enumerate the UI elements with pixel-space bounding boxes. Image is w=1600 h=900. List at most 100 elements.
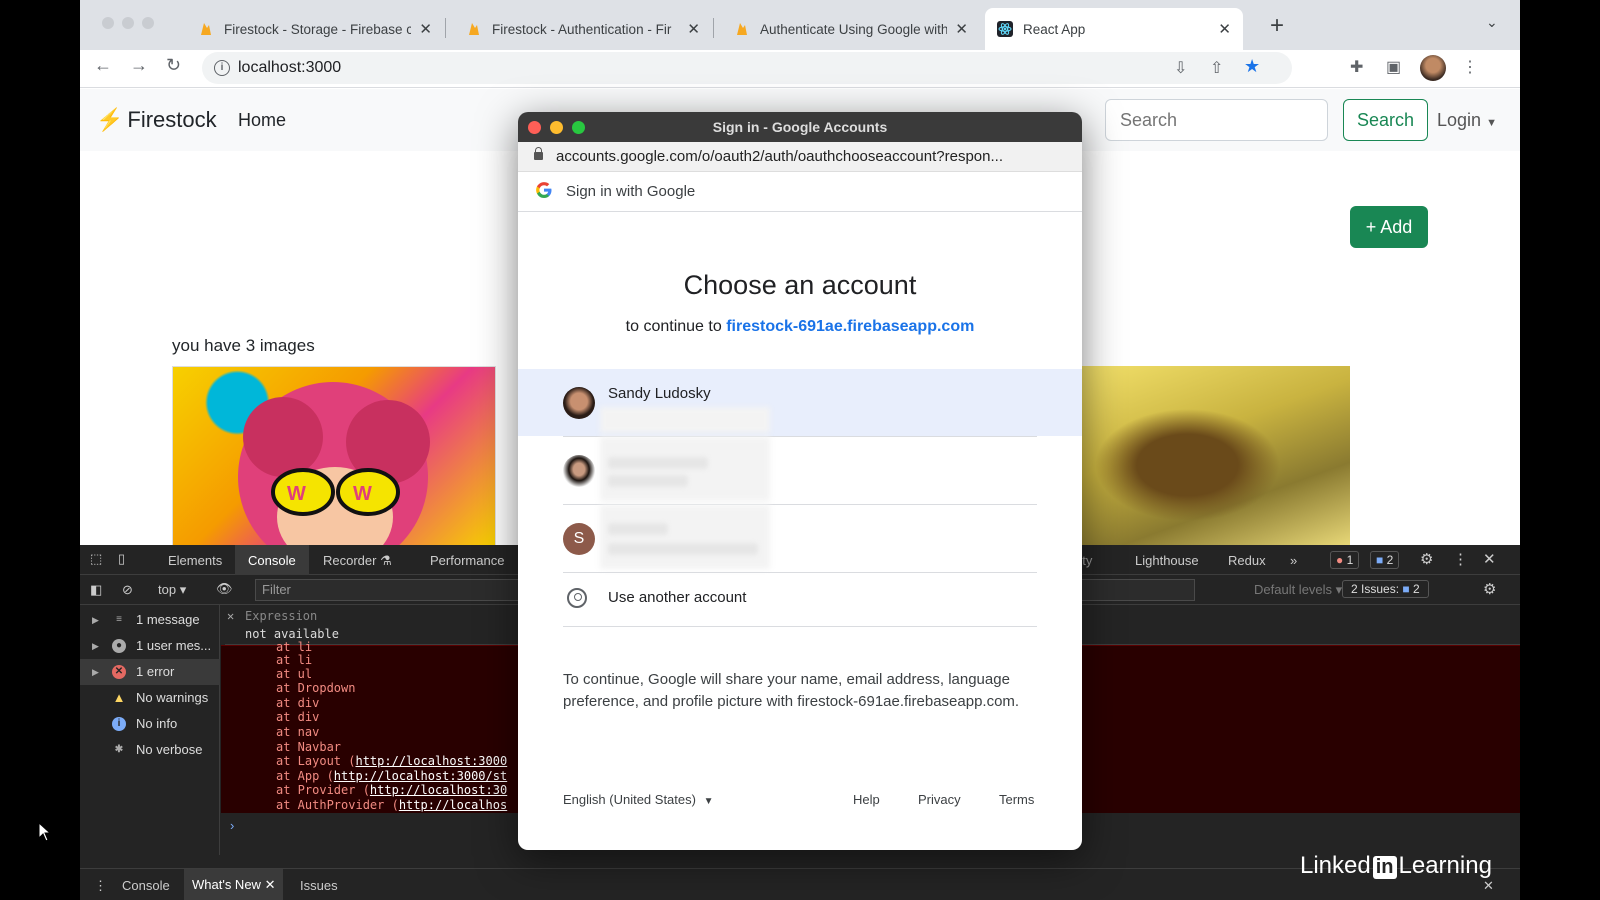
- popup-title: Sign in - Google Accounts: [712, 119, 888, 135]
- sidebar-item-label: 1 message: [136, 612, 200, 627]
- console-prompt[interactable]: ›: [230, 818, 234, 833]
- extensions-icon[interactable]: ✚: [1350, 57, 1363, 77]
- account-item[interactable]: Sandy Ludosky: [518, 369, 1082, 436]
- nav-home-link[interactable]: Home: [238, 110, 286, 131]
- pop-art-image[interactable]: W W: [172, 366, 496, 546]
- popup-close-button[interactable]: [528, 121, 541, 134]
- close-icon[interactable]: ✕: [227, 609, 234, 623]
- issues-badge[interactable]: 2 Issues: ■ 2: [1342, 580, 1429, 598]
- eye-icon[interactable]: 👁: [216, 581, 233, 597]
- profile-avatar[interactable]: [1420, 55, 1446, 81]
- gear-icon[interactable]: ⚙: [1483, 580, 1496, 598]
- sidebar-toggle-icon[interactable]: ◧: [90, 582, 102, 598]
- new-tab-icon[interactable]: +: [1270, 12, 1284, 40]
- tab-react-app[interactable]: React App ✕: [985, 8, 1243, 50]
- tab-lighthouse[interactable]: Lighthouse: [1135, 553, 1199, 568]
- clear-console-icon[interactable]: ⊘: [122, 582, 133, 598]
- drawer-tab-console[interactable]: Console: [122, 878, 170, 893]
- language-selector[interactable]: English (United States) ▼: [563, 792, 713, 807]
- popup-zoom-button[interactable]: [572, 121, 585, 134]
- lock-icon: [534, 147, 543, 160]
- caret-down-icon: ▼: [1486, 117, 1497, 129]
- tab-authenticate-google[interactable]: Authenticate Using Google with ✕: [722, 8, 980, 50]
- close-icon[interactable]: ✕: [1483, 550, 1496, 568]
- inspect-icon[interactable]: ⬚: [90, 551, 102, 567]
- tab-firebase-auth[interactable]: Firestock - Authentication - Fir ✕: [454, 8, 712, 50]
- privacy-link[interactable]: Privacy: [918, 792, 961, 807]
- close-icon[interactable]: ✕: [955, 20, 968, 38]
- expression-label[interactable]: Expression: [245, 609, 317, 623]
- forward-icon[interactable]: →: [130, 55, 148, 76]
- url-text[interactable]: localhost:3000: [238, 59, 341, 77]
- drawer-tab-issues[interactable]: Issues: [300, 878, 338, 893]
- stack-line: at ul: [276, 667, 312, 681]
- more-icon[interactable]: ⋮: [1453, 550, 1468, 568]
- expand-arrow-icon[interactable]: ▶: [92, 607, 99, 633]
- sidebar-item-errors[interactable]: ▶ ✕ 1 error: [80, 659, 220, 685]
- close-icon[interactable]: ✕: [1483, 878, 1494, 894]
- tab-elements[interactable]: Elements: [168, 553, 222, 568]
- tab-firebase-storage[interactable]: Firestock - Storage - Firebase c ✕: [186, 8, 444, 50]
- use-another-account-button[interactable]: Use another account: [518, 572, 1082, 626]
- window-zoom-button[interactable]: [142, 17, 154, 29]
- star-icon[interactable]: ★: [1244, 56, 1260, 77]
- sidebar-item-verbose[interactable]: ✱ No verbose: [80, 737, 220, 763]
- device-toggle-icon[interactable]: ▯: [118, 551, 125, 567]
- close-icon[interactable]: ✕: [419, 20, 432, 38]
- message-count-badge[interactable]: ■ 2: [1370, 551, 1400, 569]
- stack-link[interactable]: http://localhos: [399, 798, 507, 812]
- install-icon[interactable]: ⇩: [1174, 58, 1187, 78]
- sidebar-item-user-messages[interactable]: ▶ ● 1 user mes...: [80, 633, 220, 659]
- expand-arrow-icon[interactable]: ▶: [92, 659, 99, 685]
- search-input[interactable]: [1105, 99, 1328, 141]
- reload-icon[interactable]: ↻: [166, 55, 181, 76]
- help-link[interactable]: Help: [853, 792, 880, 807]
- tab-recorder[interactable]: Recorder ⚗: [323, 553, 392, 569]
- tab-redux[interactable]: Redux: [1228, 553, 1266, 568]
- share-icon[interactable]: ⇧: [1210, 58, 1223, 78]
- sidebar-item-messages[interactable]: ▶ ≡ 1 message: [80, 607, 220, 633]
- terms-link[interactable]: Terms: [999, 792, 1034, 807]
- context-selector[interactable]: top ▾: [158, 582, 186, 598]
- default-levels-dropdown[interactable]: Default levels ▾: [1254, 582, 1342, 598]
- error-count: 1: [1346, 553, 1354, 567]
- back-icon[interactable]: ←: [94, 55, 112, 76]
- side-panel-icon[interactable]: ▣: [1386, 57, 1401, 77]
- more-icon[interactable]: ⋮: [94, 878, 107, 894]
- sidebar-item-warnings[interactable]: ▲ No warnings: [80, 685, 220, 711]
- error-count-badge[interactable]: ● 1: [1330, 551, 1360, 569]
- stack-line: at Provider (http://localhost:30: [276, 783, 507, 797]
- avatar: [563, 455, 595, 487]
- window-minimize-button[interactable]: [122, 17, 134, 29]
- stack-link[interactable]: http://localhost:3000/st: [334, 769, 507, 783]
- drawer-tab-whats-new[interactable]: What's New ✕: [184, 869, 284, 900]
- continue-domain-link[interactable]: firestock-691ae.firebaseapp.com: [726, 318, 974, 335]
- close-icon[interactable]: ✕: [1218, 20, 1231, 38]
- more-icon[interactable]: ⋮: [1462, 57, 1478, 77]
- gear-icon[interactable]: ⚙: [1420, 550, 1433, 568]
- sidebar-item-info[interactable]: i No info: [80, 711, 220, 737]
- tab-performance[interactable]: Performance: [430, 553, 504, 568]
- mona-lisa-image[interactable]: [1079, 366, 1350, 546]
- account-item[interactable]: S: [518, 505, 1082, 572]
- tab-console[interactable]: Console: [235, 545, 309, 575]
- chevron-down-icon[interactable]: ⌄: [1486, 14, 1498, 31]
- add-button[interactable]: + Add: [1350, 206, 1428, 248]
- expand-arrow-icon[interactable]: ▶: [92, 633, 99, 659]
- brand[interactable]: ⚡ Firestock: [96, 107, 217, 133]
- address-bar[interactable]: i localhost:3000 ⇩ ⇧ ★: [202, 52, 1292, 84]
- continue-to-text: to continue to firestock-691ae.firebasea…: [518, 318, 1082, 336]
- more-tabs-icon[interactable]: »: [1290, 553, 1297, 568]
- lightning-icon: ⚡: [96, 107, 124, 132]
- close-icon[interactable]: ✕: [687, 20, 700, 38]
- stack-link[interactable]: http://localhost:3000: [355, 754, 507, 768]
- close-icon[interactable]: ✕: [265, 877, 276, 892]
- search-button[interactable]: Search: [1343, 99, 1428, 141]
- account-item[interactable]: [518, 437, 1082, 504]
- window-close-button[interactable]: [102, 17, 114, 29]
- info-icon[interactable]: i: [214, 60, 230, 76]
- login-dropdown[interactable]: Login ▼: [1437, 110, 1497, 131]
- popup-minimize-button[interactable]: [550, 121, 563, 134]
- stack-link[interactable]: http://localhost:30: [370, 783, 507, 797]
- sidebar-item-label: No verbose: [136, 742, 203, 757]
